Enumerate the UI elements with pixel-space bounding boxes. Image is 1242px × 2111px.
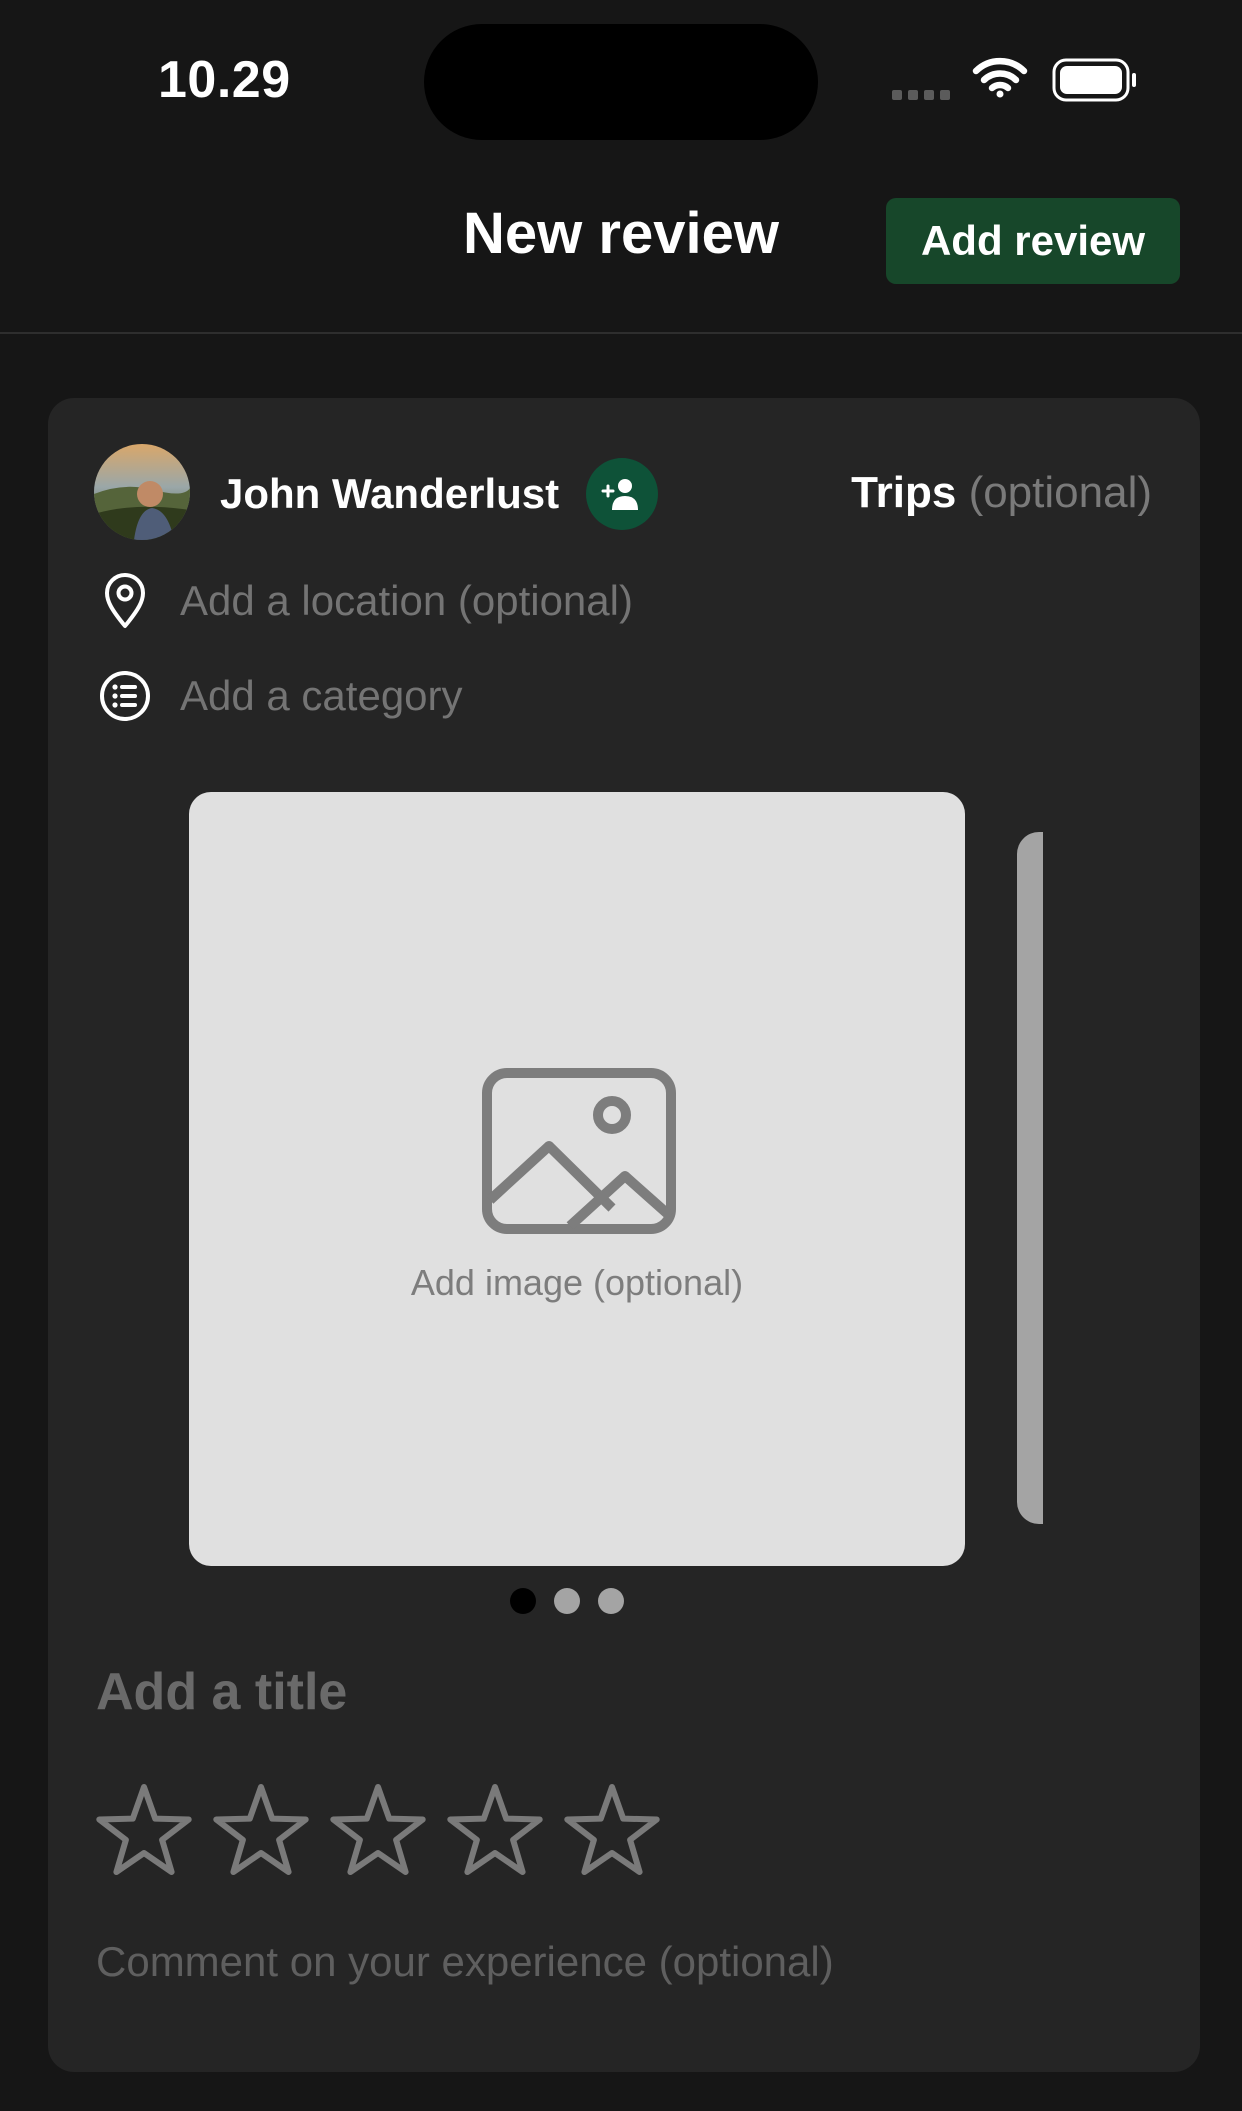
dynamic-island xyxy=(424,24,818,140)
carousel-dot[interactable] xyxy=(510,1588,536,1614)
image-icon xyxy=(482,1068,676,1234)
review-card: John Wanderlust Trips (optional) Add a l… xyxy=(48,398,1200,2072)
location-pin-icon xyxy=(98,573,152,628)
star-rating xyxy=(94,1780,679,1880)
list-icon xyxy=(98,669,152,723)
star-icon[interactable] xyxy=(211,1780,328,1880)
comment-input[interactable]: Comment on your experience (optional) xyxy=(96,1938,834,1986)
battery-icon xyxy=(1052,58,1136,102)
wifi-icon xyxy=(972,57,1028,98)
location-placeholder: Add a location (optional) xyxy=(180,577,633,624)
trips-selector[interactable]: Trips (optional) xyxy=(851,468,1152,518)
carousel-dots xyxy=(510,1588,624,1614)
avatar[interactable] xyxy=(94,444,190,540)
title-input[interactable]: Add a title xyxy=(96,1662,347,1722)
trips-hint: (optional) xyxy=(968,468,1152,517)
star-icon[interactable] xyxy=(445,1780,562,1880)
star-icon[interactable] xyxy=(328,1780,445,1880)
status-bar: 10.29 xyxy=(0,0,1242,150)
status-time: 10.29 xyxy=(158,51,291,109)
signal-dots-icon xyxy=(892,90,952,100)
next-image-slide[interactable] xyxy=(1017,832,1043,1524)
carousel-dot[interactable] xyxy=(598,1588,624,1614)
navigation-bar: New review Add review xyxy=(0,150,1242,334)
add-review-button[interactable]: Add review xyxy=(886,198,1180,284)
add-image-label: Add image (optional) xyxy=(410,1262,744,1303)
user-name: John Wanderlust xyxy=(220,470,560,517)
star-icon[interactable] xyxy=(562,1780,679,1880)
trips-label: Trips xyxy=(851,468,957,517)
category-placeholder: Add a category xyxy=(180,672,463,719)
add-person-icon[interactable] xyxy=(586,458,658,530)
carousel-dot[interactable] xyxy=(554,1588,580,1614)
star-icon[interactable] xyxy=(94,1780,211,1880)
add-image-area[interactable]: Add image (optional) xyxy=(189,792,965,1566)
location-field[interactable]: Add a location (optional) xyxy=(98,573,633,628)
category-field[interactable]: Add a category xyxy=(98,669,463,723)
